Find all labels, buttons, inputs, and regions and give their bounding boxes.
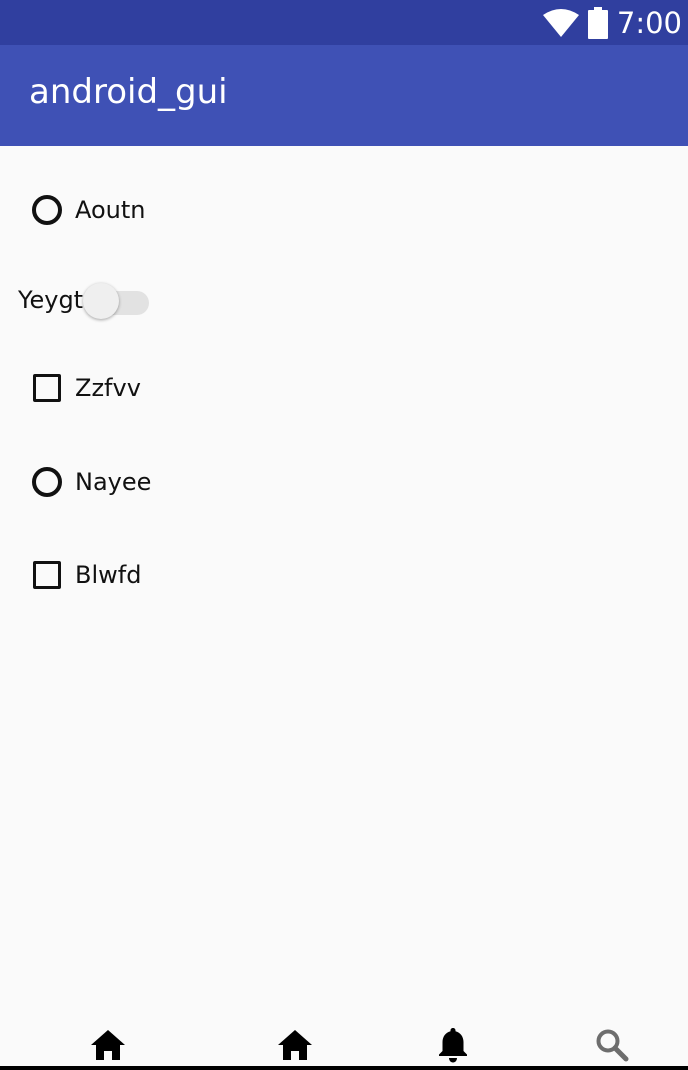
checkbox[interactable]: [28, 556, 66, 594]
bottom-divider: [0, 1066, 688, 1070]
bell-icon: [439, 1028, 467, 1063]
radio-label: Aoutn: [75, 196, 146, 224]
radio-row-aoutn[interactable]: Aoutn: [0, 191, 146, 229]
checkbox-label: Zzfvv: [75, 374, 141, 402]
app-bar: android_gui: [0, 45, 688, 146]
nav-home-button-2[interactable]: [276, 1026, 314, 1064]
checkbox-label: Blwfd: [75, 561, 142, 589]
checkbox-row-blwfd[interactable]: Blwfd: [0, 556, 141, 594]
checkbox[interactable]: [28, 369, 66, 407]
switch-row-yeygt[interactable]: Yeygt: [18, 280, 151, 320]
checkbox-box: [33, 374, 61, 402]
toggle-switch[interactable]: [83, 280, 151, 320]
status-bar: 7:00: [0, 0, 688, 45]
status-indicators: 7:00: [542, 0, 682, 45]
status-time: 7:00: [616, 5, 682, 40]
nav-notifications-button[interactable]: [434, 1026, 472, 1064]
radio-button[interactable]: [28, 463, 66, 501]
nav-search-button[interactable]: [593, 1026, 631, 1064]
switch-thumb: [83, 283, 120, 319]
nav-home-button[interactable]: [89, 1026, 127, 1064]
home-icon: [278, 1030, 312, 1060]
battery-icon: [587, 6, 608, 39]
radio-row-nayee[interactable]: Nayee: [0, 463, 151, 501]
radio-circle: [32, 467, 62, 497]
search-icon: [596, 1029, 629, 1062]
wifi-icon: [542, 8, 579, 37]
radio-button[interactable]: [28, 191, 66, 229]
app-title: android_gui: [29, 72, 228, 112]
checkbox-box: [33, 561, 61, 589]
checkbox-row-zzfvv[interactable]: Zzfvv: [0, 369, 141, 407]
radio-label: Nayee: [75, 468, 152, 496]
bottom-navigation: [0, 1020, 688, 1070]
content-area: Aoutn Yeygt Zzfvv Nayee Blwfd: [0, 146, 688, 1026]
home-icon: [91, 1030, 125, 1060]
radio-circle: [32, 195, 62, 225]
switch-label: Yeygt: [18, 286, 84, 314]
